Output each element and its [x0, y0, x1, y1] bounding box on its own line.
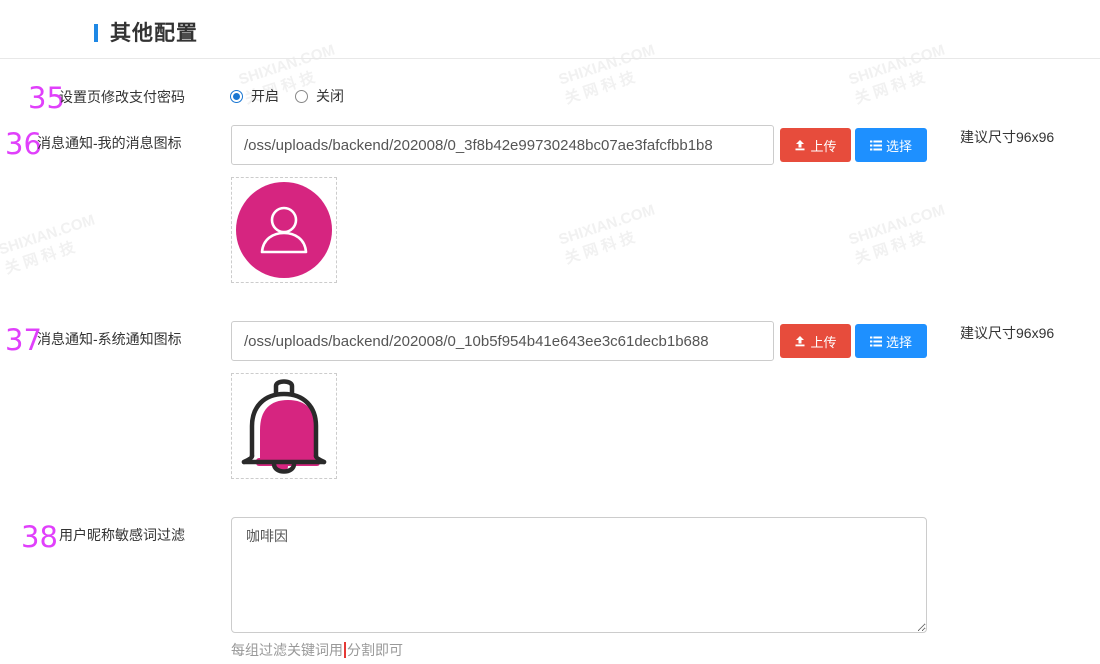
my-message-icon-path-input[interactable] [231, 125, 774, 165]
help-text-before: 每组过滤关键词用 [231, 642, 343, 658]
radio-disable[interactable] [295, 89, 308, 103]
field-label-system-notify-icon: 消息通知-系统通知图标 [37, 331, 182, 347]
select-button[interactable]: 选择 [855, 324, 927, 358]
system-notify-icon-preview[interactable] [231, 373, 337, 479]
field-label-my-message-icon: 消息通知-我的消息图标 [37, 135, 182, 151]
upload-button-label: 上传 [810, 334, 837, 350]
size-hint: 建议尺寸96x96 [960, 325, 1055, 341]
user-avatar-icon [236, 182, 332, 278]
list-icon [869, 140, 882, 151]
radio-enable-label[interactable]: 开启 [251, 86, 279, 106]
list-icon [869, 336, 882, 347]
sensitive-words-help: 每组过滤关键词用 分割即可 [231, 640, 403, 660]
row-number: 38 [21, 520, 58, 554]
watermark: SHIXIAN.COM 关 网 科 技 [846, 201, 947, 268]
upload-icon [794, 335, 806, 347]
select-button-label: 选择 [885, 334, 912, 350]
help-text-after: 分割即可 [347, 642, 403, 658]
field-label-sensitive-words: 用户昵称敏感词过滤 [59, 527, 185, 543]
watermark: SHIXIAN.COM 关 网 科 技 [0, 211, 97, 278]
bell-icon [241, 379, 327, 474]
system-notify-icon-path-input[interactable] [231, 321, 774, 361]
select-button-label: 选择 [885, 138, 912, 154]
section-title: 其他配置 [110, 22, 198, 45]
my-message-icon-preview[interactable] [231, 177, 337, 283]
field-label-pay-password: 设置页修改支付密码 [59, 89, 185, 105]
text-caret [344, 642, 346, 658]
watermark: SHIXIAN.COM 关 网 科 技 [556, 201, 657, 268]
section-header: 其他配置 [0, 0, 1100, 59]
select-button[interactable]: 选择 [855, 128, 927, 162]
sensitive-words-textarea[interactable]: 咖啡因 [231, 517, 927, 633]
pay-password-radio-group: 开启 关闭 [230, 86, 360, 106]
upload-icon [794, 139, 806, 151]
upload-button[interactable]: 上传 [780, 128, 851, 162]
radio-enable[interactable] [230, 89, 243, 103]
upload-button-label: 上传 [810, 138, 837, 154]
upload-button[interactable]: 上传 [780, 324, 851, 358]
section-accent-bar [94, 24, 98, 42]
radio-disable-label[interactable]: 关闭 [316, 86, 344, 106]
size-hint: 建议尺寸96x96 [960, 129, 1055, 145]
